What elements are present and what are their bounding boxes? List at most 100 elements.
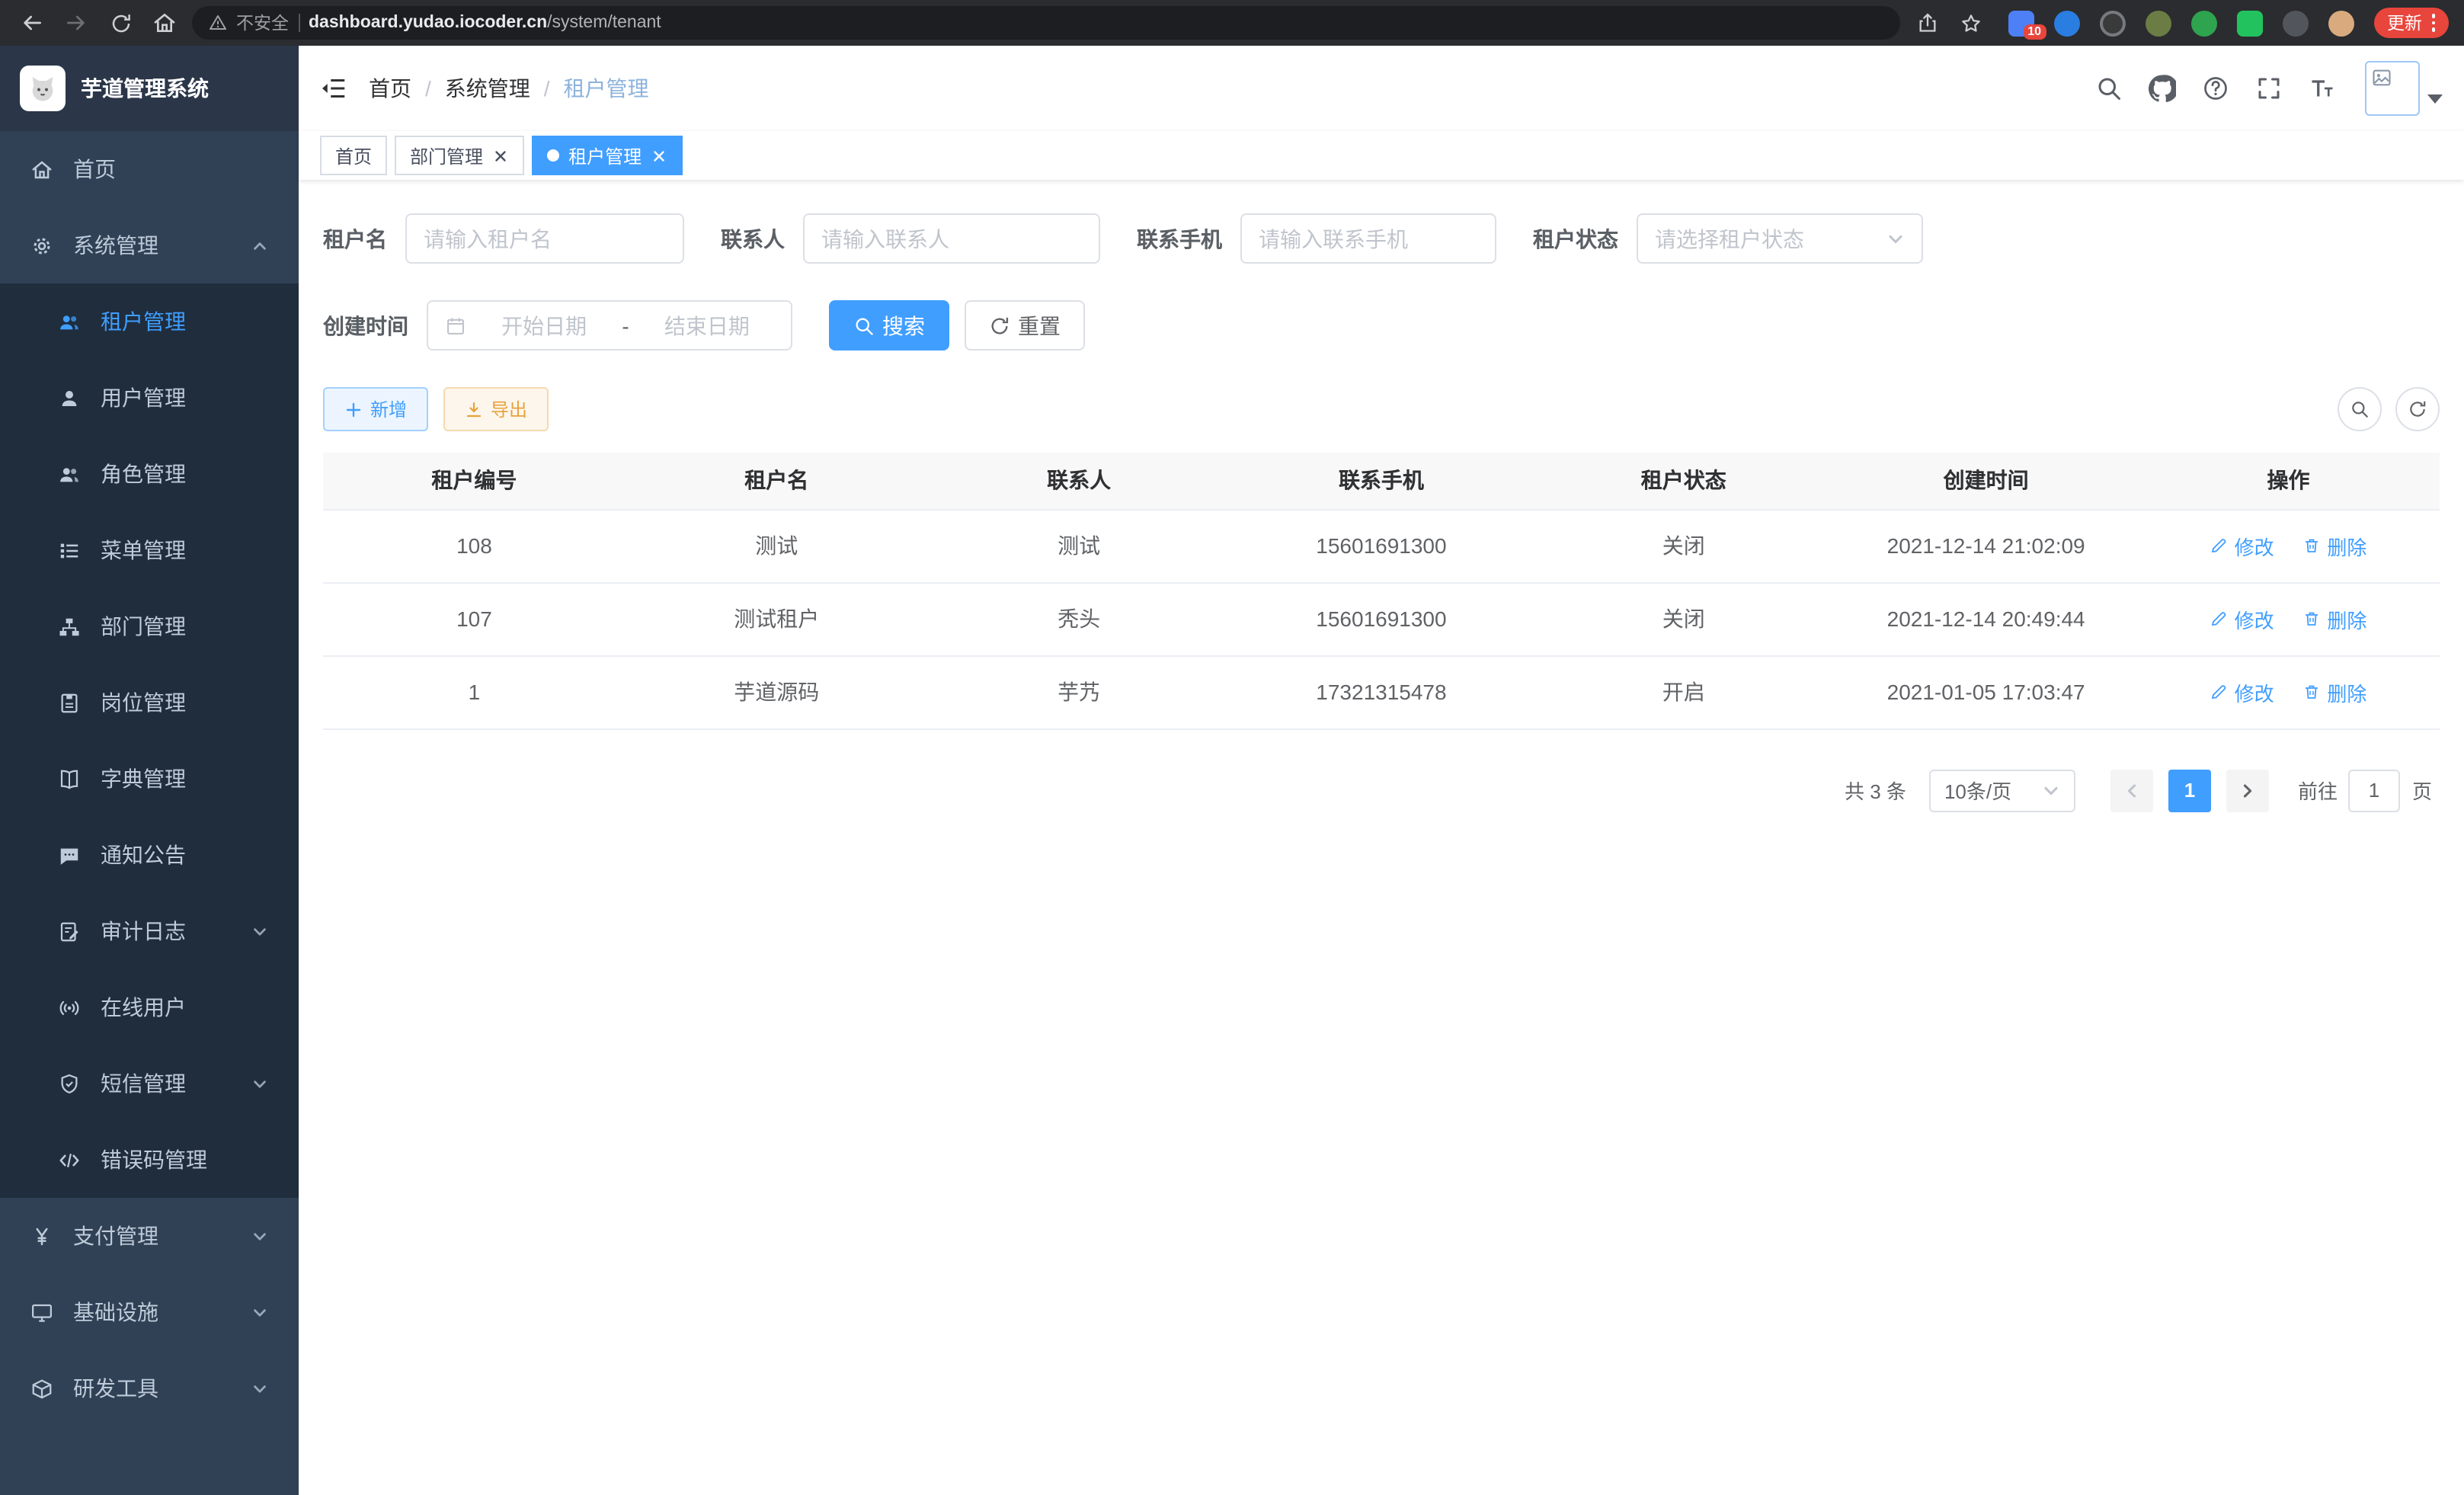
menu-list-icon (58, 539, 81, 562)
system-management-submenu: 租户管理 用户管理 角色管理 菜单管理 (0, 283, 299, 1198)
caret-down-icon (2427, 91, 2443, 107)
sidebar-item-label: 通知公告 (101, 840, 186, 870)
edit-button[interactable]: 修改 (2210, 677, 2274, 706)
toggle-search-button[interactable] (2338, 387, 2382, 431)
browser-home-button[interactable] (148, 6, 181, 40)
extension-icon[interactable]: 10 (2008, 10, 2034, 36)
tenant-status-select[interactable]: 请选择租户状态 (1637, 213, 1923, 264)
sidebar-item-label: 用户管理 (101, 383, 186, 413)
user-avatar-dropdown[interactable] (2365, 61, 2443, 116)
tab-tenant-management[interactable]: 租户管理 (532, 136, 683, 175)
sidebar-item-role-management[interactable]: 角色管理 (0, 436, 299, 512)
page-button-1[interactable]: 1 (2168, 769, 2211, 812)
sidebar-item-online-users[interactable]: 在线用户 (0, 969, 299, 1045)
header-search-button[interactable] (2095, 75, 2123, 102)
phone-input[interactable] (1259, 226, 1478, 251)
address-bar[interactable]: 不安全 dashboard.yudao.iocoder.cn/system/te… (192, 6, 1899, 40)
contact-input[interactable] (821, 226, 1082, 251)
reset-button[interactable]: 重置 (965, 300, 1085, 351)
share-button[interactable] (1910, 6, 1944, 40)
start-date-placeholder: 开始日期 (477, 310, 611, 341)
search-button[interactable]: 搜索 (829, 300, 949, 351)
font-size-button[interactable] (2309, 75, 2336, 102)
breadcrumb-home[interactable]: 首页 (369, 73, 411, 104)
extension-icon[interactable] (2099, 10, 2125, 36)
sidebar-item-sms-management[interactable]: 短信管理 (0, 1045, 299, 1122)
sidebar-item-dev-tools[interactable]: 研发工具 (0, 1350, 299, 1426)
navbar-actions (2095, 61, 2443, 116)
edit-button[interactable]: 修改 (2210, 531, 2274, 560)
badge-icon (58, 691, 81, 714)
tenant-name-label: 租户名 (323, 223, 387, 254)
extension-icon[interactable] (2190, 10, 2216, 36)
browser-reload-button[interactable] (104, 6, 137, 40)
close-icon[interactable] (651, 147, 667, 164)
edit-label: 修改 (2235, 604, 2274, 633)
github-button[interactable] (2149, 75, 2176, 102)
sidebar-item-user-management[interactable]: 用户管理 (0, 360, 299, 436)
sidebar-item-label: 菜单管理 (101, 535, 186, 565)
column-header-contact: 联系人 (928, 453, 1230, 509)
table-row: 1 芋道源码 芋艿 17321315478 开启 2021-01-05 17:0… (323, 655, 2440, 728)
cell-tenant-id: 1 (323, 655, 626, 728)
breadcrumb-system-management[interactable]: 系统管理 (445, 73, 530, 104)
column-header-status: 租户状态 (1532, 453, 1835, 509)
audit-doc-icon (58, 920, 81, 943)
sidebar-item-post-management[interactable]: 岗位管理 (0, 664, 299, 741)
extension-icon[interactable] (2145, 10, 2171, 36)
sidebar-item-infrastructure[interactable]: 基础设施 (0, 1274, 299, 1350)
sidebar-toggle-button[interactable] (320, 75, 347, 102)
url-domain: dashboard.yudao.iocoder.cn (309, 14, 547, 32)
tenant-name-input[interactable] (424, 226, 666, 251)
cell-status: 关闭 (1532, 582, 1835, 655)
cell-tenant-name: 测试 (626, 509, 928, 582)
tab-home[interactable]: 首页 (320, 136, 387, 175)
column-header-tenant-id: 租户编号 (323, 453, 626, 509)
browser-back-button[interactable] (15, 6, 49, 40)
sidebar-item-audit-log[interactable]: 审计日志 (0, 893, 299, 969)
delete-button[interactable]: 删除 (2302, 604, 2366, 633)
delete-button[interactable]: 删除 (2302, 677, 2366, 706)
sidebar-item-dict-management[interactable]: 字典管理 (0, 741, 299, 817)
app-logo[interactable]: 芋道管理系统 (0, 46, 299, 131)
fullscreen-button[interactable] (2255, 75, 2283, 102)
sidebar-item-error-code-management[interactable]: 错误码管理 (0, 1122, 299, 1198)
extensions-area: 10 (2008, 10, 2354, 36)
sidebar-item-tenant-management[interactable]: 租户管理 (0, 283, 299, 360)
prev-page-button[interactable] (2110, 769, 2153, 812)
refresh-table-button[interactable] (2395, 387, 2440, 431)
column-header-actions: 操作 (2137, 453, 2440, 509)
edit-button[interactable]: 修改 (2210, 604, 2274, 633)
sidebar-item-system-management[interactable]: 系统管理 (0, 207, 299, 283)
goto-page-input[interactable] (2350, 770, 2398, 810)
export-button[interactable]: 导出 (443, 387, 549, 431)
browser-forward-button[interactable] (59, 6, 93, 40)
extension-icon[interactable] (2282, 10, 2308, 36)
sidebar-item-menu-management[interactable]: 菜单管理 (0, 512, 299, 588)
search-icon (853, 315, 875, 336)
page-size-value: 10条/页 (1944, 776, 2011, 805)
sidebar-item-home[interactable]: 首页 (0, 131, 299, 207)
add-button[interactable]: 新增 (323, 387, 428, 431)
sidebar-item-payment-management[interactable]: 支付管理 (0, 1198, 299, 1274)
code-icon (58, 1148, 81, 1171)
refresh-icon (2408, 399, 2427, 419)
sidebar-item-notice[interactable]: 通知公告 (0, 817, 299, 893)
next-page-button[interactable] (2226, 769, 2269, 812)
chrome-menu-icon (2431, 14, 2435, 32)
table-row: 107 测试租户 秃头 15601691300 关闭 2021-12-14 20… (323, 582, 2440, 655)
sidebar-item-dept-management[interactable]: 部门管理 (0, 588, 299, 664)
tab-dept-management[interactable]: 部门管理 (395, 136, 524, 175)
bookmark-star-button[interactable] (1954, 6, 1988, 40)
help-button[interactable] (2202, 75, 2229, 102)
close-icon[interactable] (492, 147, 509, 164)
extension-icon[interactable] (2236, 10, 2262, 36)
chrome-update-button[interactable]: 更新 (2373, 8, 2449, 38)
extension-icon[interactable] (2053, 10, 2079, 36)
create-time-range-picker[interactable]: 开始日期 - 结束日期 (427, 300, 792, 351)
page-size-select[interactable]: 10条/页 (1929, 769, 2075, 812)
tab-label: 首页 (335, 142, 372, 168)
profile-avatar-icon[interactable] (2328, 10, 2354, 36)
delete-button[interactable]: 删除 (2302, 531, 2366, 560)
edit-label: 修改 (2235, 531, 2274, 560)
